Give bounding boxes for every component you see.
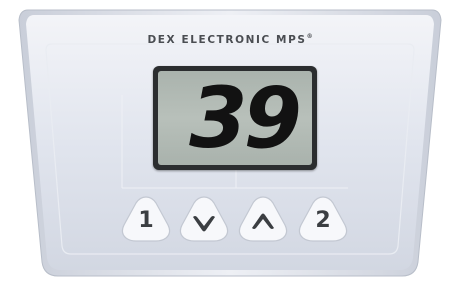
down-button[interactable] bbox=[178, 193, 230, 245]
registered-mark: ® bbox=[306, 33, 313, 40]
display-value: 39 bbox=[189, 69, 302, 167]
up-button[interactable] bbox=[237, 193, 289, 245]
brand-name: DEX ELECTRONIC MPS bbox=[147, 34, 307, 46]
button-1[interactable]: 1 bbox=[120, 193, 172, 245]
button-2[interactable]: 2 bbox=[297, 193, 349, 245]
chevron-down-icon bbox=[179, 196, 229, 242]
button-2-label: 2 bbox=[315, 208, 331, 233]
device-faceplate: DEX ELECTRONIC MPS® 39 1 2 bbox=[0, 0, 460, 281]
brand-label: DEX ELECTRONIC MPS® bbox=[0, 33, 460, 46]
button-1-label: 1 bbox=[138, 208, 154, 233]
lcd-bezel: 39 bbox=[153, 66, 317, 170]
lcd-screen: 39 bbox=[158, 71, 312, 165]
chevron-up-icon bbox=[238, 196, 288, 242]
